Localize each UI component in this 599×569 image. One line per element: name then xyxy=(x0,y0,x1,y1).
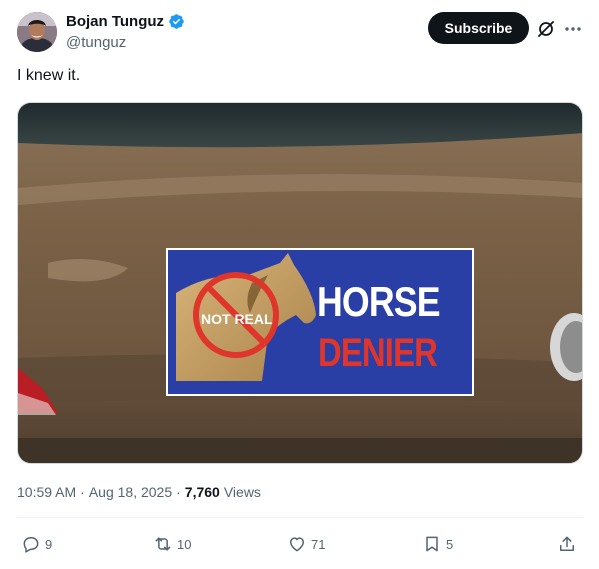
author-handle[interactable]: @tunguz xyxy=(66,34,126,51)
views-label: Views xyxy=(223,484,261,500)
repost-count: 10 xyxy=(177,536,192,552)
bookmark-button[interactable]: 5 xyxy=(422,528,453,560)
more-horizontal-icon[interactable] xyxy=(563,19,583,39)
slash-circle-icon[interactable] xyxy=(536,19,556,39)
repost-icon xyxy=(155,537,171,551)
tweet-time[interactable]: 10:59 AM xyxy=(17,484,76,500)
author-name[interactable]: Bojan Tunguz xyxy=(66,13,164,30)
verified-badge-icon xyxy=(168,13,185,30)
subscribe-button[interactable]: Subscribe xyxy=(428,12,529,44)
tweet-meta: 10:59 AM · Aug 18, 2025 · 7,760 Views xyxy=(17,484,261,500)
car-bumper-sticker-image xyxy=(18,103,582,463)
heart-icon xyxy=(290,537,304,552)
reply-button[interactable]: 9 xyxy=(21,528,52,560)
share-icon xyxy=(560,536,574,551)
bookmark-count: 5 xyxy=(446,536,454,552)
bookmark-icon xyxy=(426,536,438,552)
meta-separator: · xyxy=(80,484,85,500)
repost-button[interactable]: 10 xyxy=(153,528,191,560)
divider xyxy=(17,517,583,518)
tweet-date[interactable]: Aug 18, 2025 xyxy=(89,484,172,500)
share-button[interactable] xyxy=(557,528,577,560)
like-count: 71 xyxy=(311,536,326,552)
tweet-text: I knew it. xyxy=(17,67,81,84)
like-button[interactable]: 71 xyxy=(287,528,325,560)
reply-icon xyxy=(23,537,39,553)
avatar[interactable] xyxy=(17,12,57,52)
sticker-badge-text: NOT REAL xyxy=(201,311,273,327)
tweet-photo[interactable]: NOT REAL HORSE DENIER xyxy=(17,102,583,464)
sticker-bottom-text: DENIER xyxy=(318,331,438,375)
meta-separator: · xyxy=(176,484,181,500)
views-count: 7,760 xyxy=(184,484,220,500)
sticker-top-text: HORSE xyxy=(317,278,441,325)
action-bar: 9 10 71 5 xyxy=(17,528,583,560)
avatar-image xyxy=(17,12,57,52)
reply-count: 9 xyxy=(45,536,53,552)
author-name-row[interactable]: Bojan Tunguz xyxy=(66,13,185,30)
